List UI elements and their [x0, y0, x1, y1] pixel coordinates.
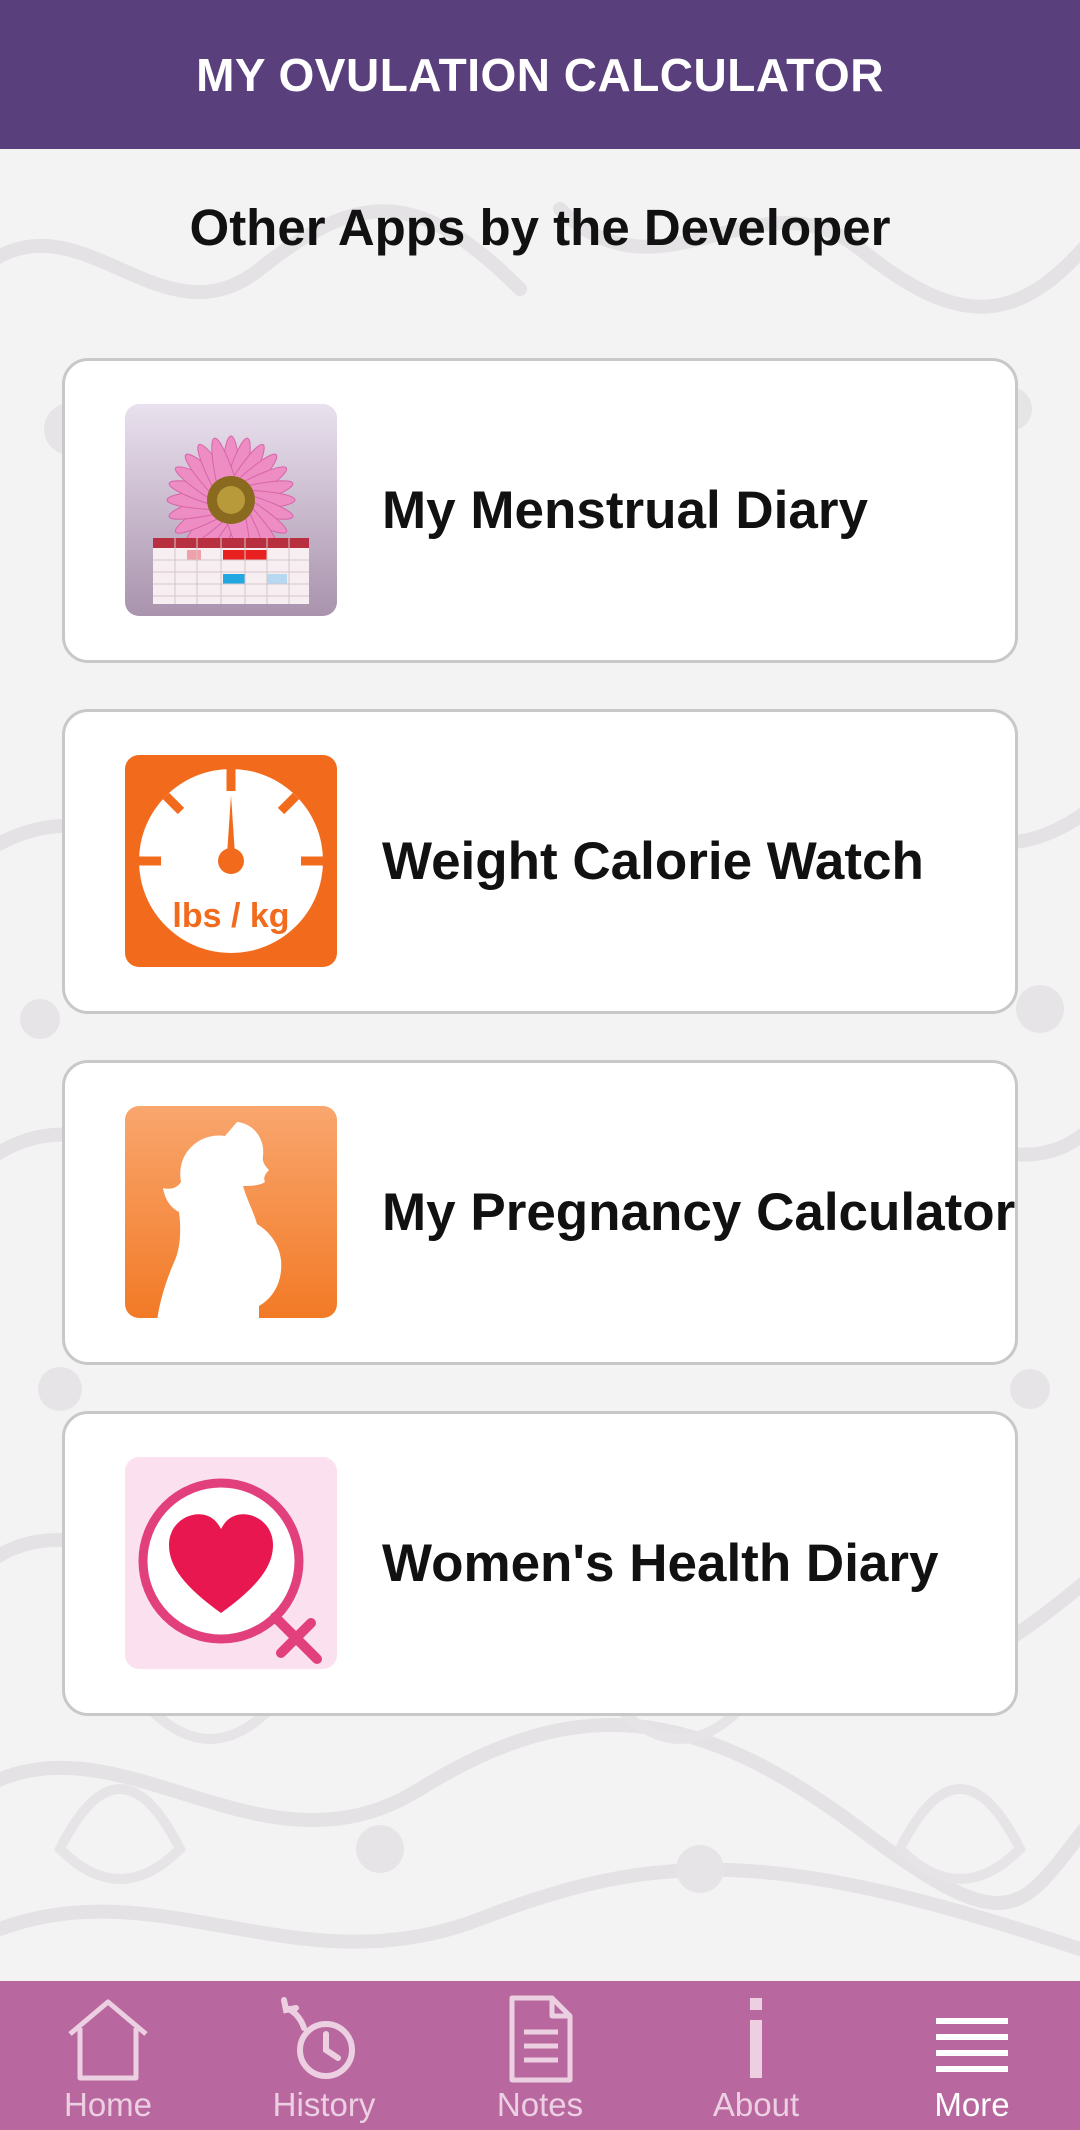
- notes-icon: [490, 1992, 590, 2084]
- pregnant-silhouette-icon: [125, 1106, 337, 1318]
- app-name: Women's Health Diary: [382, 1534, 939, 1593]
- app-name: Weight Calorie Watch: [382, 832, 924, 891]
- section-title: Other Apps by the Developer: [189, 199, 891, 256]
- app-name: My Pregnancy Calculator: [382, 1183, 1016, 1242]
- app-card-weight-calorie-watch[interactable]: lbs / kg Weight Calorie Watch: [62, 709, 1018, 1014]
- nav-item-notes[interactable]: Notes: [432, 1981, 648, 2130]
- heart-female-symbol-icon: [125, 1457, 337, 1669]
- nav-label: About: [712, 2086, 800, 2123]
- nav-item-home[interactable]: Home: [0, 1981, 216, 2130]
- nav-label: History: [272, 2086, 376, 2123]
- nav-label: Notes: [496, 2086, 584, 2123]
- app-name: My Menstrual Diary: [382, 481, 868, 540]
- info-icon: [706, 1992, 806, 2084]
- home-icon: [58, 1992, 158, 2084]
- app-title: MY OVULATION CALCULATOR: [196, 48, 884, 101]
- menu-icon: [922, 1992, 1022, 2084]
- app-header: MY OVULATION CALCULATOR: [0, 0, 1080, 149]
- app-card-menstrual-diary[interactable]: My Menstrual Diary: [62, 358, 1018, 663]
- app-card-womens-health-diary[interactable]: Women's Health Diary: [62, 1411, 1018, 1716]
- nav-item-about[interactable]: About: [648, 1981, 864, 2130]
- nav-item-more[interactable]: More: [864, 1981, 1080, 2130]
- flower-calendar-icon: [125, 404, 337, 616]
- bottom-navigation: Home History Notes About More: [0, 1981, 1080, 2130]
- nav-label: More: [934, 2086, 1010, 2123]
- unit-label: lbs / kg: [172, 897, 289, 935]
- nav-item-history[interactable]: History: [216, 1981, 432, 2130]
- scale-gauge-icon: lbs / kg: [125, 755, 337, 967]
- history-icon: [274, 1992, 374, 2084]
- app-card-pregnancy-calculator[interactable]: My Pregnancy Calculator: [62, 1060, 1018, 1365]
- nav-label: Home: [63, 2086, 153, 2123]
